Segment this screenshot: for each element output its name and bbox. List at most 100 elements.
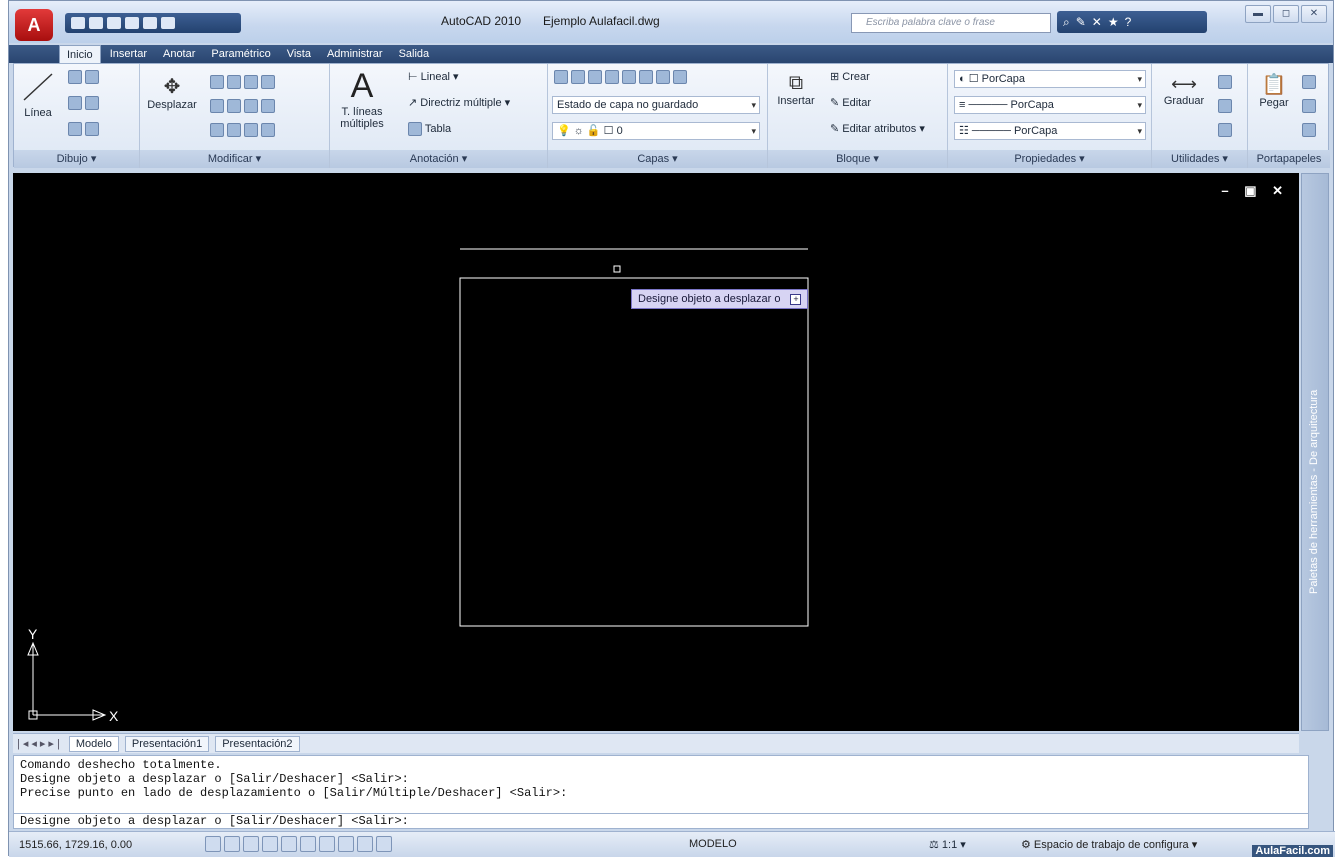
layer-off-icon[interactable] bbox=[622, 70, 637, 84]
calculator-icon[interactable] bbox=[1218, 123, 1232, 138]
osnap-icon[interactable] bbox=[281, 836, 297, 852]
qp-icon[interactable] bbox=[376, 836, 392, 852]
communication-icon[interactable]: ✎ bbox=[1076, 15, 1086, 29]
mirror-icon[interactable] bbox=[210, 99, 224, 114]
copy-icon[interactable] bbox=[210, 75, 224, 90]
layer-properties-icon[interactable] bbox=[554, 70, 568, 84]
lineweight-dropdown[interactable]: ☷ ───── PorCapa bbox=[954, 122, 1146, 140]
graduar-button[interactable]: ⟷ Graduar bbox=[1156, 74, 1212, 107]
help-icon[interactable]: ? bbox=[1125, 15, 1132, 29]
layer-unisolate-icon[interactable] bbox=[605, 70, 620, 84]
crear-button[interactable]: ⊞ Crear bbox=[830, 70, 870, 83]
circle-icon[interactable] bbox=[68, 96, 82, 110]
drawing-area[interactable]: – ▣ ✕ Y X Designe objeto a desplazar o + bbox=[13, 173, 1299, 731]
annotation-scale[interactable]: ⚖ 1:1 ▾ bbox=[929, 838, 966, 851]
tab-vista[interactable]: Vista bbox=[280, 45, 318, 63]
tab-insertar[interactable]: Insertar bbox=[103, 45, 154, 63]
panel-title-utilidades[interactable]: Utilidades ▾ bbox=[1152, 150, 1247, 168]
erase-icon[interactable] bbox=[261, 75, 276, 90]
options-down-icon[interactable]: + bbox=[790, 293, 802, 305]
mtext-button[interactable]: A T. líneas múltiples bbox=[334, 66, 390, 130]
tab-anotar[interactable]: Anotar bbox=[156, 45, 202, 63]
layer-lock-icon[interactable] bbox=[656, 70, 671, 84]
panel-title-modificar[interactable]: Modificar ▾ bbox=[140, 150, 329, 168]
tool-palette-bar[interactable]: Paletas de herramientas - De arquitectur… bbox=[1301, 173, 1329, 731]
ortho-icon[interactable] bbox=[243, 836, 259, 852]
layer-isolate-icon[interactable] bbox=[588, 70, 603, 84]
ellipse-icon[interactable] bbox=[68, 122, 82, 136]
snap-icon[interactable] bbox=[205, 836, 221, 852]
array-icon[interactable] bbox=[244, 99, 259, 114]
tab-salida[interactable]: Salida bbox=[392, 45, 437, 63]
tab-administrar[interactable]: Administrar bbox=[320, 45, 390, 63]
panel-title-capas[interactable]: Capas ▾ bbox=[548, 150, 767, 168]
lineal-button[interactable]: ⊢ Lineal ▾ bbox=[408, 70, 459, 83]
linea-button[interactable]: Línea bbox=[18, 70, 58, 119]
layer-freeze-icon[interactable] bbox=[639, 70, 654, 84]
quick-select-icon[interactable] bbox=[1218, 75, 1232, 90]
layout-nav-arrows[interactable]: |◂◂▸▸| bbox=[17, 737, 63, 750]
cut-icon[interactable] bbox=[1302, 75, 1316, 90]
linetype-dropdown[interactable]: ≡ ───── PorCapa bbox=[954, 96, 1146, 114]
subscription-icon[interactable]: ✕ bbox=[1092, 15, 1102, 29]
color-dropdown[interactable]: ◐ ☐ PorCapa bbox=[954, 70, 1146, 88]
maximize-button[interactable]: ◻ bbox=[1273, 5, 1299, 23]
trim-icon[interactable] bbox=[244, 75, 259, 90]
stretch-icon[interactable] bbox=[227, 99, 242, 114]
command-input[interactable]: Designe objeto a desplazar o [Salir/Desh… bbox=[13, 813, 1309, 829]
redo-icon[interactable] bbox=[143, 17, 157, 29]
open-icon[interactable] bbox=[89, 17, 103, 29]
scale-icon[interactable] bbox=[227, 123, 242, 138]
favorites-icon[interactable]: ★ bbox=[1108, 15, 1119, 29]
directriz-button[interactable]: ↗ Directriz múltiple ▾ bbox=[408, 96, 510, 109]
rectangle-icon[interactable] bbox=[85, 96, 100, 110]
tab-presentacion2[interactable]: Presentación2 bbox=[215, 735, 300, 752]
grid-icon[interactable] bbox=[224, 836, 240, 852]
panel-title-dibujo[interactable]: Dibujo ▾ bbox=[14, 150, 139, 168]
fillet-icon[interactable] bbox=[261, 99, 276, 114]
minimize-button[interactable]: ▬ bbox=[1245, 5, 1271, 23]
tab-parametrico[interactable]: Paramétrico bbox=[204, 45, 277, 63]
hatch-icon[interactable] bbox=[85, 122, 100, 136]
coordinates-readout[interactable]: 1515.66, 1729.16, 0.00 bbox=[19, 839, 132, 851]
arc-icon[interactable] bbox=[85, 70, 100, 84]
plot-icon[interactable] bbox=[161, 17, 175, 29]
layer-match-icon[interactable] bbox=[673, 70, 688, 84]
copy-clip-icon[interactable] bbox=[1302, 99, 1316, 114]
tab-modelo[interactable]: Modelo bbox=[68, 735, 119, 752]
layer-state-dropdown[interactable]: Estado de capa no guardado bbox=[552, 96, 760, 114]
offset-icon[interactable] bbox=[244, 123, 259, 138]
select-similar-icon[interactable] bbox=[1218, 99, 1232, 114]
ducs-icon[interactable] bbox=[319, 836, 335, 852]
save-icon[interactable] bbox=[107, 17, 121, 29]
search-input[interactable]: Escriba palabra clave o frase bbox=[851, 13, 1051, 33]
otrack-icon[interactable] bbox=[300, 836, 316, 852]
match-properties-icon[interactable] bbox=[1302, 123, 1316, 138]
explode-icon[interactable] bbox=[210, 123, 224, 138]
undo-icon[interactable] bbox=[125, 17, 139, 29]
panel-title-propiedades[interactable]: Propiedades ▾ bbox=[948, 150, 1151, 168]
tab-presentacion1[interactable]: Presentación1 bbox=[124, 735, 210, 752]
panel-title-bloque[interactable]: Bloque ▾ bbox=[768, 150, 947, 168]
chamfer-icon[interactable] bbox=[261, 123, 276, 138]
polar-icon[interactable] bbox=[262, 836, 278, 852]
panel-title-anotacion[interactable]: Anotación ▾ bbox=[330, 150, 547, 168]
lineweight-icon[interactable] bbox=[357, 836, 373, 852]
insertar-button[interactable]: ⧉ Insertar bbox=[772, 72, 820, 107]
tab-inicio[interactable]: Inicio bbox=[59, 45, 101, 63]
dyn-icon[interactable] bbox=[338, 836, 354, 852]
new-icon[interactable] bbox=[71, 17, 85, 29]
rotate-icon[interactable] bbox=[227, 75, 242, 90]
layer-dropdown[interactable]: 💡 ☼ 🔓 ☐ 0 bbox=[552, 122, 760, 140]
close-button[interactable]: ✕ bbox=[1301, 5, 1327, 23]
panel-title-portapapeles[interactable]: Portapapeles bbox=[1248, 150, 1330, 168]
tabla-button[interactable]: Tabla bbox=[408, 122, 451, 136]
pegar-button[interactable]: 📋 Pegar bbox=[1252, 72, 1296, 109]
polyline-icon[interactable] bbox=[68, 70, 82, 84]
binoculars-icon[interactable]: ⌕ bbox=[1063, 15, 1070, 30]
workspace-switch[interactable]: ⚙ Espacio de trabajo de configura ▾ bbox=[1021, 838, 1197, 851]
square-object[interactable] bbox=[459, 277, 809, 627]
editar-button[interactable]: ✎ Editar bbox=[830, 96, 871, 109]
editar-atributos-button[interactable]: ✎ Editar atributos ▾ bbox=[830, 122, 925, 135]
model-space-button[interactable]: MODELO bbox=[689, 838, 737, 850]
